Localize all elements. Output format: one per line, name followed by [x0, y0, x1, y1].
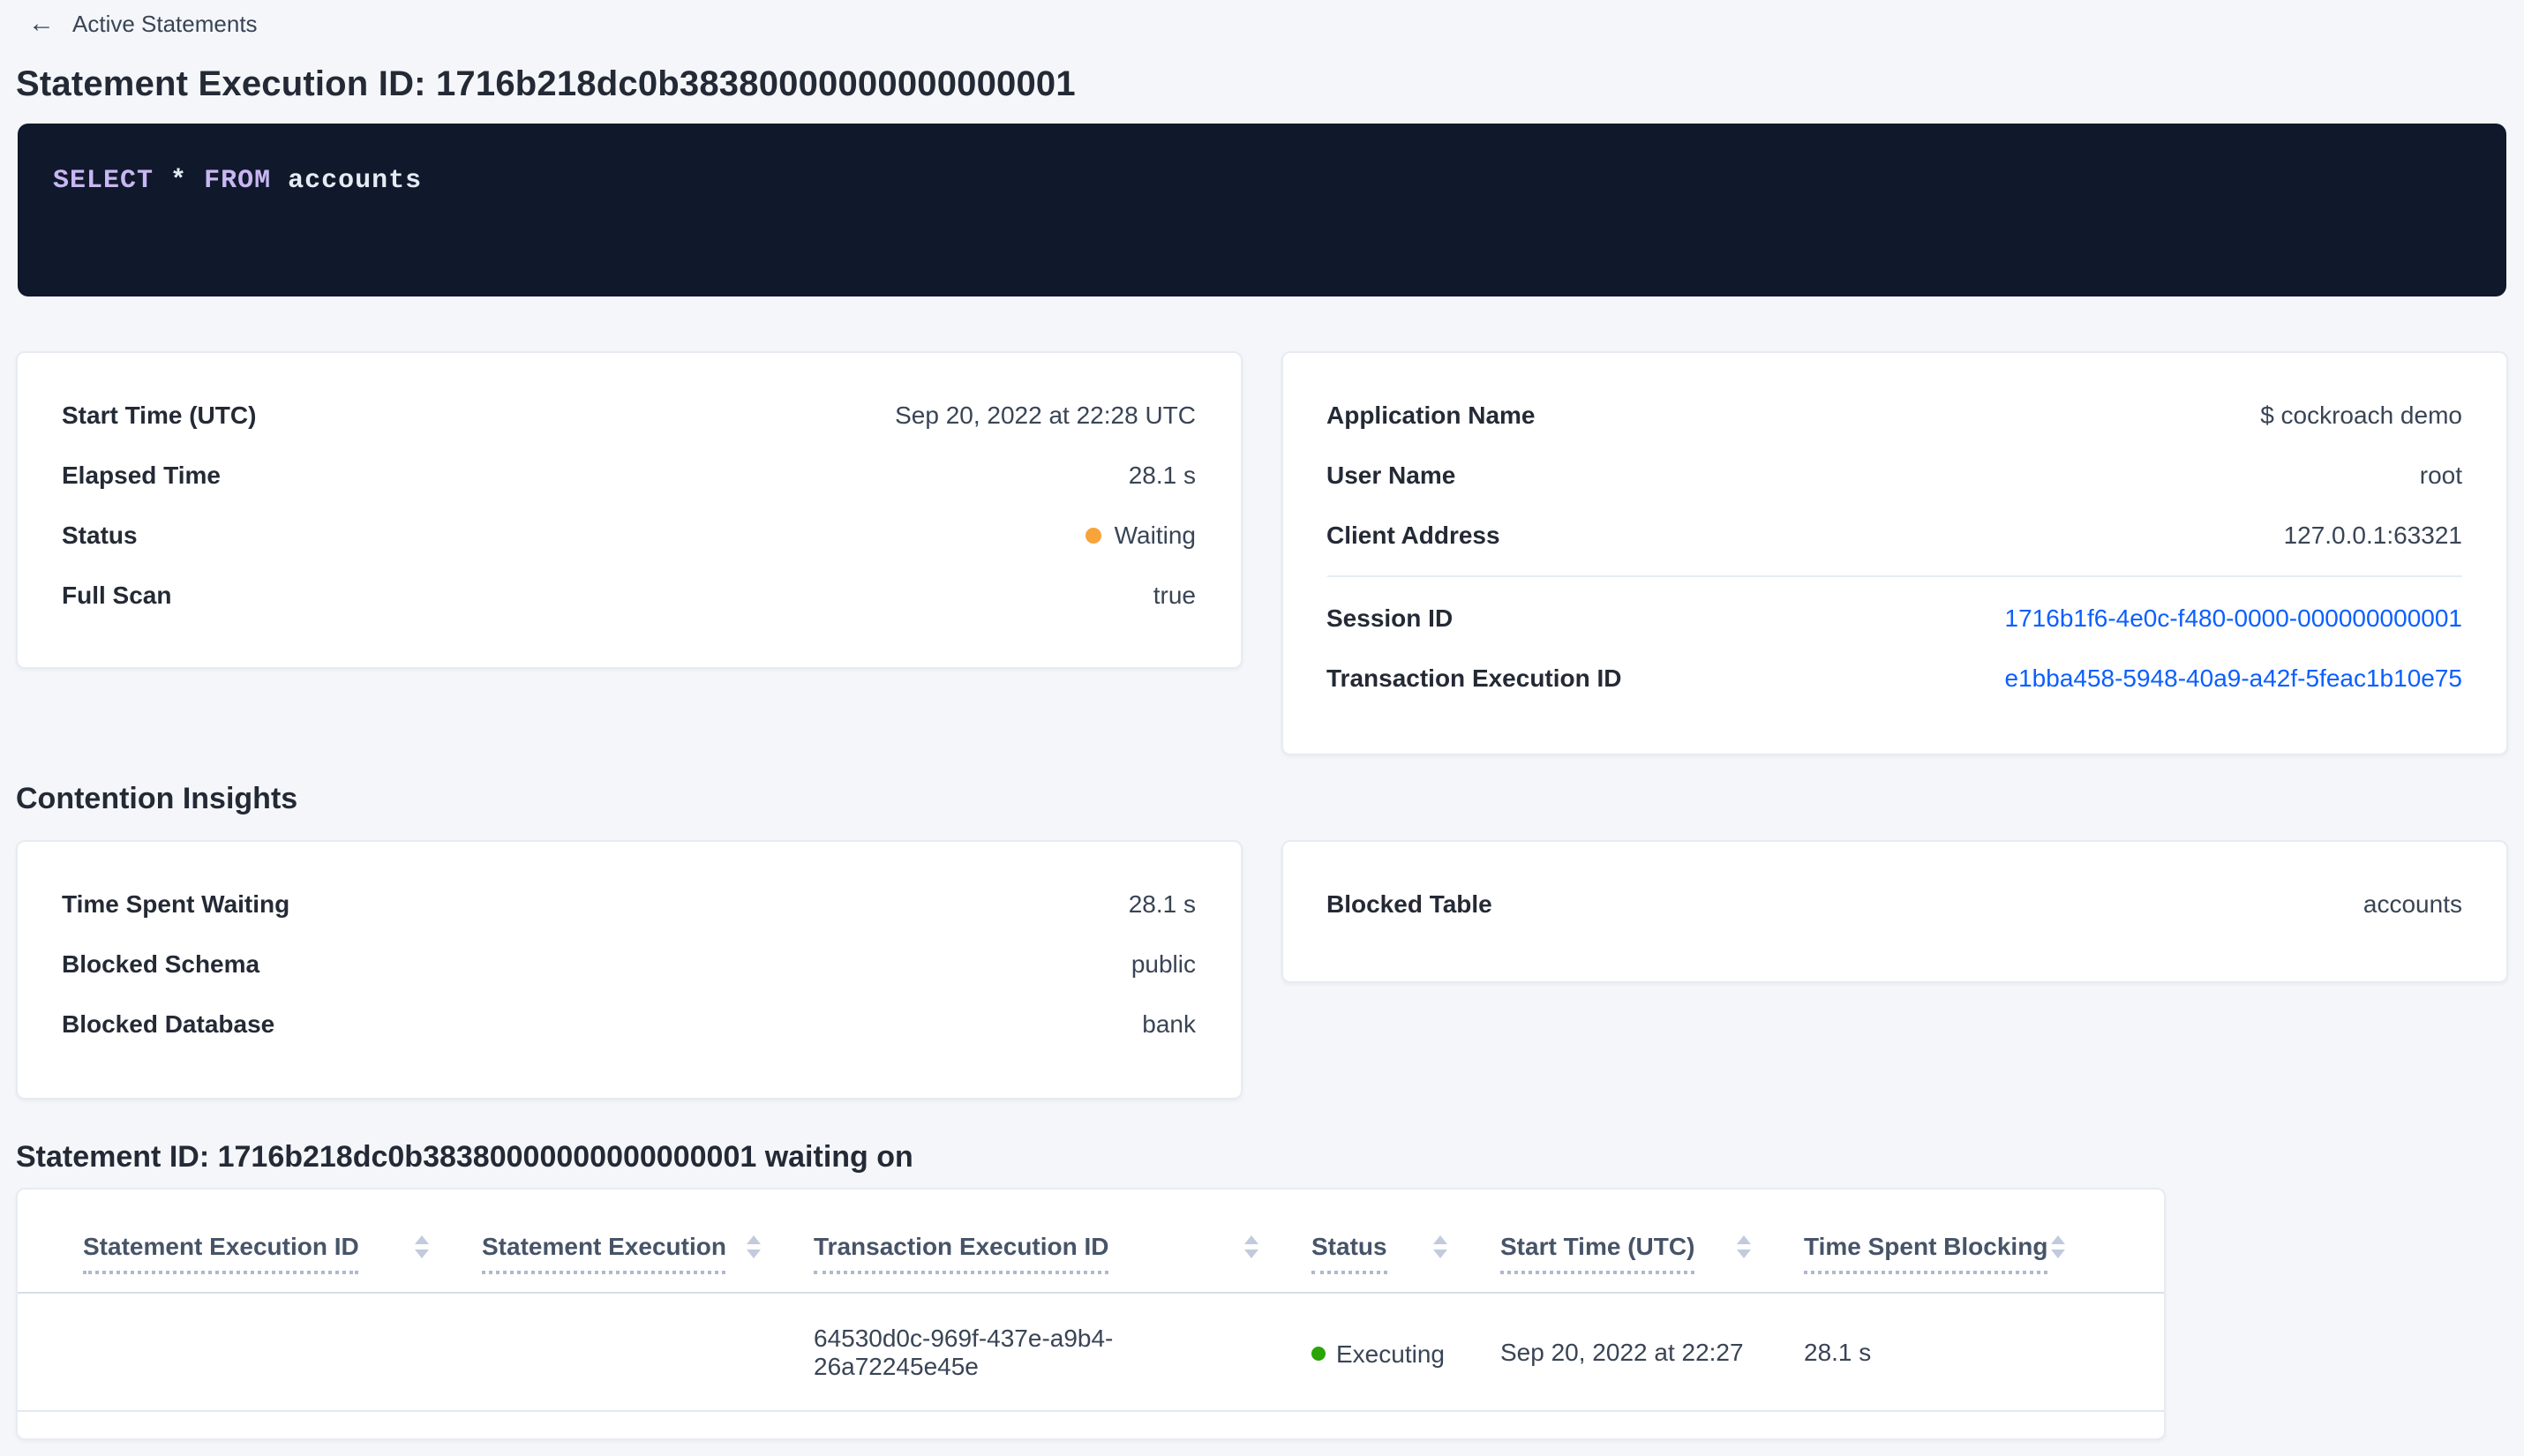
sort-icon[interactable] [1737, 1235, 1751, 1258]
sql-statement-text: SELECT * FROM accounts [53, 166, 2471, 198]
elapsed-time-value: 28.1 s [1128, 461, 1196, 489]
sql-star: * [154, 166, 205, 196]
full-scan-label: Full Scan [62, 581, 172, 609]
blocked-database-value: bank [1142, 1009, 1196, 1038]
status-row: Status Waiting [62, 505, 1196, 565]
session-details-card: Application Name $ cockroach demo User N… [1281, 351, 2508, 755]
time-spent-waiting-row: Time Spent Waiting 28.1 s [62, 874, 1196, 934]
blocked-table-row: Blocked Table accounts [1326, 874, 2462, 934]
column-label: Start Time (UTC) [1500, 1232, 1695, 1274]
user-name-row: User Name root [1326, 445, 2462, 505]
session-id-link[interactable]: 1716b1f6-4e0c-f480-0000-000000000001 [2005, 604, 2462, 632]
user-name-label: User Name [1326, 461, 1456, 489]
summary-cards-row: Start Time (UTC) Sep 20, 2022 at 22:28 U… [16, 351, 2508, 755]
waiting-status-dot-icon [1085, 527, 1102, 543]
application-name-label: Application Name [1326, 401, 1536, 429]
time-spent-waiting-label: Time Spent Waiting [62, 889, 290, 918]
cell-status: Executing [1311, 1337, 1500, 1367]
blocked-database-label: Blocked Database [62, 1009, 275, 1038]
sql-keyword-select: SELECT [53, 166, 154, 196]
column-label: Transaction Execution ID [814, 1232, 1109, 1274]
column-header-statement-execution[interactable]: Statement Execution [482, 1232, 814, 1274]
blocked-schema-label: Blocked Schema [62, 949, 260, 978]
contention-cards-row: Time Spent Waiting 28.1 s Blocked Schema… [16, 840, 2508, 1100]
blocked-table-label: Blocked Table [1326, 889, 1492, 918]
transaction-execution-id-row: Transaction Execution ID e1bba458-5948-4… [1326, 648, 2462, 708]
cell-start-time: Sep 20, 2022 at 22:27 [1500, 1338, 1744, 1366]
execution-overview-card: Start Time (UTC) Sep 20, 2022 at 22:28 U… [16, 351, 1242, 669]
application-name-value: $ cockroach demo [2260, 401, 2462, 429]
column-label: Statement Execution ID [83, 1232, 359, 1274]
session-id-label: Session ID [1326, 604, 1454, 632]
column-label: Time Spent Blocking [1804, 1232, 2048, 1274]
column-header-statement-execution-id[interactable]: Statement Execution ID [83, 1232, 482, 1274]
sort-icon[interactable] [747, 1235, 761, 1258]
cell-transaction-execution-id: 64530d0c-969f-437e-a9b4-26a72245e45e [814, 1324, 1114, 1380]
blocked-table-value: accounts [2362, 889, 2462, 918]
executing-status-dot-icon [1311, 1346, 1326, 1360]
column-header-time-spent-blocking[interactable]: Time Spent Blocking [1804, 1232, 2118, 1274]
blocked-database-row: Blocked Database bank [62, 994, 1196, 1054]
transaction-execution-id-label: Transaction Execution ID [1326, 664, 1622, 692]
arrow-left-icon: ← [28, 9, 55, 39]
elapsed-time-label: Elapsed Time [62, 461, 222, 489]
start-time-value: Sep 20, 2022 at 22:28 UTC [895, 401, 1196, 429]
sort-icon[interactable] [415, 1235, 429, 1258]
client-address-value: 127.0.0.1:63321 [2283, 521, 2462, 549]
status-value: Executing [1336, 1339, 1445, 1367]
column-header-status[interactable]: Status [1311, 1232, 1500, 1274]
waiting-on-table: Statement Execution ID Statement Executi… [16, 1188, 2166, 1440]
waiting-on-heading: Statement ID: 1716b218dc0b38380000000000… [16, 1140, 913, 1174]
start-time-label: Start Time (UTC) [62, 401, 257, 429]
page-title: Statement Execution ID: 1716b218dc0b3838… [16, 65, 1076, 104]
status-badge: Waiting [1085, 521, 1196, 549]
column-label: Status [1311, 1232, 1387, 1274]
table-row: 64530d0c-969f-437e-a9b4-26a72245e45e Exe… [18, 1294, 2164, 1412]
start-time-row: Start Time (UTC) Sep 20, 2022 at 22:28 U… [62, 385, 1196, 445]
contention-insights-heading: Contention Insights [16, 782, 298, 815]
sql-statement-box: SELECT * FROM accounts [18, 124, 2506, 296]
statement-execution-details-page: ← Active Statements Statement Execution … [0, 0, 2524, 1456]
transaction-execution-id-link[interactable]: e1bba458-5948-40a9-a42f-5feac1b10e75 [2005, 664, 2462, 692]
full-scan-row: Full Scan true [62, 565, 1196, 625]
status-value: Waiting [1114, 521, 1196, 549]
blocked-schema-row: Blocked Schema public [62, 934, 1196, 994]
back-to-active-statements-link[interactable]: ← Active Statements [28, 11, 258, 37]
elapsed-time-row: Elapsed Time 28.1 s [62, 445, 1196, 505]
sql-keyword-from: FROM [204, 166, 272, 196]
column-header-start-time[interactable]: Start Time (UTC) [1500, 1232, 1804, 1274]
card-divider [1326, 575, 2462, 577]
contention-details-card: Time Spent Waiting 28.1 s Blocked Schema… [16, 840, 1242, 1100]
sort-icon[interactable] [1433, 1235, 1447, 1258]
blocked-schema-value: public [1131, 949, 1196, 978]
column-label: Statement Execution [482, 1232, 726, 1274]
time-spent-waiting-value: 28.1 s [1128, 889, 1196, 918]
user-name-value: root [2419, 461, 2462, 489]
sort-icon[interactable] [1244, 1235, 1258, 1258]
session-id-row: Session ID 1716b1f6-4e0c-f480-0000-00000… [1326, 588, 2462, 648]
full-scan-value: true [1153, 581, 1196, 609]
blocked-table-card: Blocked Table accounts [1281, 840, 2508, 983]
table-header-row: Statement Execution ID Statement Executi… [18, 1190, 2164, 1294]
client-address-label: Client Address [1326, 521, 1500, 549]
cell-time-spent-blocking: 28.1 s [1804, 1338, 1872, 1366]
back-link-label: Active Statements [72, 11, 258, 37]
client-address-row: Client Address 127.0.0.1:63321 [1326, 505, 2462, 565]
sql-table-name: accounts [271, 166, 423, 196]
application-name-row: Application Name $ cockroach demo [1326, 385, 2462, 445]
sort-icon[interactable] [2051, 1235, 2065, 1258]
status-label: Status [62, 521, 138, 549]
column-header-transaction-execution-id[interactable]: Transaction Execution ID [814, 1232, 1311, 1274]
